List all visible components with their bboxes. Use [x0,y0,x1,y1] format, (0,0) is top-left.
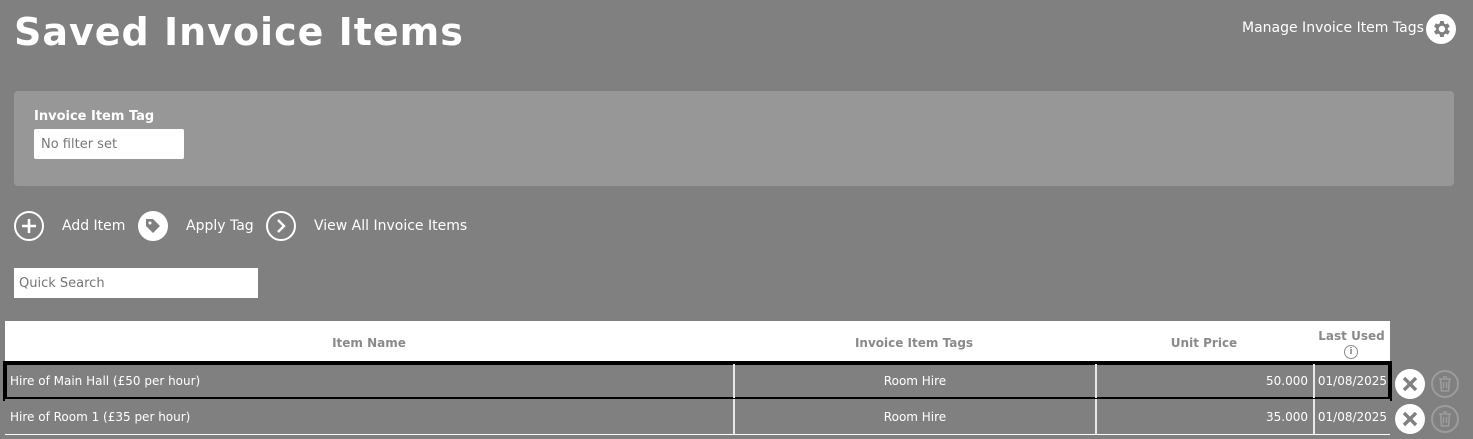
invoice-items-table: Item Name Invoice Item Tags Unit Price L… [3,321,1392,435]
view-all-label: View All Invoice Items [314,218,468,234]
page-title: Saved Invoice Items [14,10,464,54]
table-row[interactable]: Hire of Room 1 (£35 per hour) Room Hire … [5,399,1390,435]
item-tags-cell: Room Hire [735,399,1097,434]
settings-button[interactable] [1426,14,1456,44]
invoice-item-tag-label: Invoice Item Tag [34,109,155,124]
table-header: Item Name Invoice Item Tags Unit Price L… [5,321,1390,363]
close-icon [1402,376,1418,392]
remove-button[interactable] [1395,369,1425,399]
column-item-name[interactable]: Item Name [5,336,733,350]
last-used-cell: 01/08/2025 [1317,374,1388,388]
add-item-button[interactable]: Add Item [14,211,125,241]
row-actions [1395,369,1459,399]
close-icon [1402,411,1418,427]
view-all-invoice-items-button[interactable]: View All Invoice Items [266,211,467,241]
plus-icon [14,211,44,241]
item-name-cell: Hire of Room 1 (£35 per hour) [5,399,735,434]
item-name-cell: Hire of Main Hall (£50 per hour) [5,364,735,398]
unit-price-cell: 35.000 [1097,399,1315,434]
trash-icon [1439,376,1451,392]
add-item-label: Add Item [62,218,126,234]
manage-invoice-item-tags-link[interactable]: Manage Invoice Item Tags [1242,20,1424,36]
delete-button[interactable] [1431,405,1459,433]
chevron-right-icon [266,211,296,241]
item-tags-cell: Room Hire [735,364,1097,398]
last-used-cell: 01/08/2025 [1317,409,1388,424]
filter-panel: Invoice Item Tag No filter set [14,91,1454,186]
apply-tag-label: Apply Tag [186,218,254,234]
row-actions [1395,404,1459,434]
delete-button[interactable] [1431,370,1459,398]
trash-icon [1439,411,1451,427]
tag-filter-value: No filter set [41,136,118,152]
info-icon[interactable]: i [1344,345,1358,359]
table-row[interactable]: Hire of Main Hall (£50 per hour) Room Hi… [3,361,1392,401]
column-invoice-item-tags[interactable]: Invoice Item Tags [733,336,1095,350]
invoice-item-tag-filter[interactable]: No filter set [34,129,184,159]
column-unit-price[interactable]: Unit Price [1095,336,1313,350]
apply-tag-button[interactable]: Apply Tag [138,211,254,241]
unit-price-cell: 50.000 [1097,364,1315,398]
column-last-used[interactable]: Last Used [1313,329,1390,343]
tag-icon [138,211,168,241]
remove-button[interactable] [1395,404,1425,434]
quick-search-input[interactable] [14,268,258,298]
gear-icon [1434,21,1450,37]
